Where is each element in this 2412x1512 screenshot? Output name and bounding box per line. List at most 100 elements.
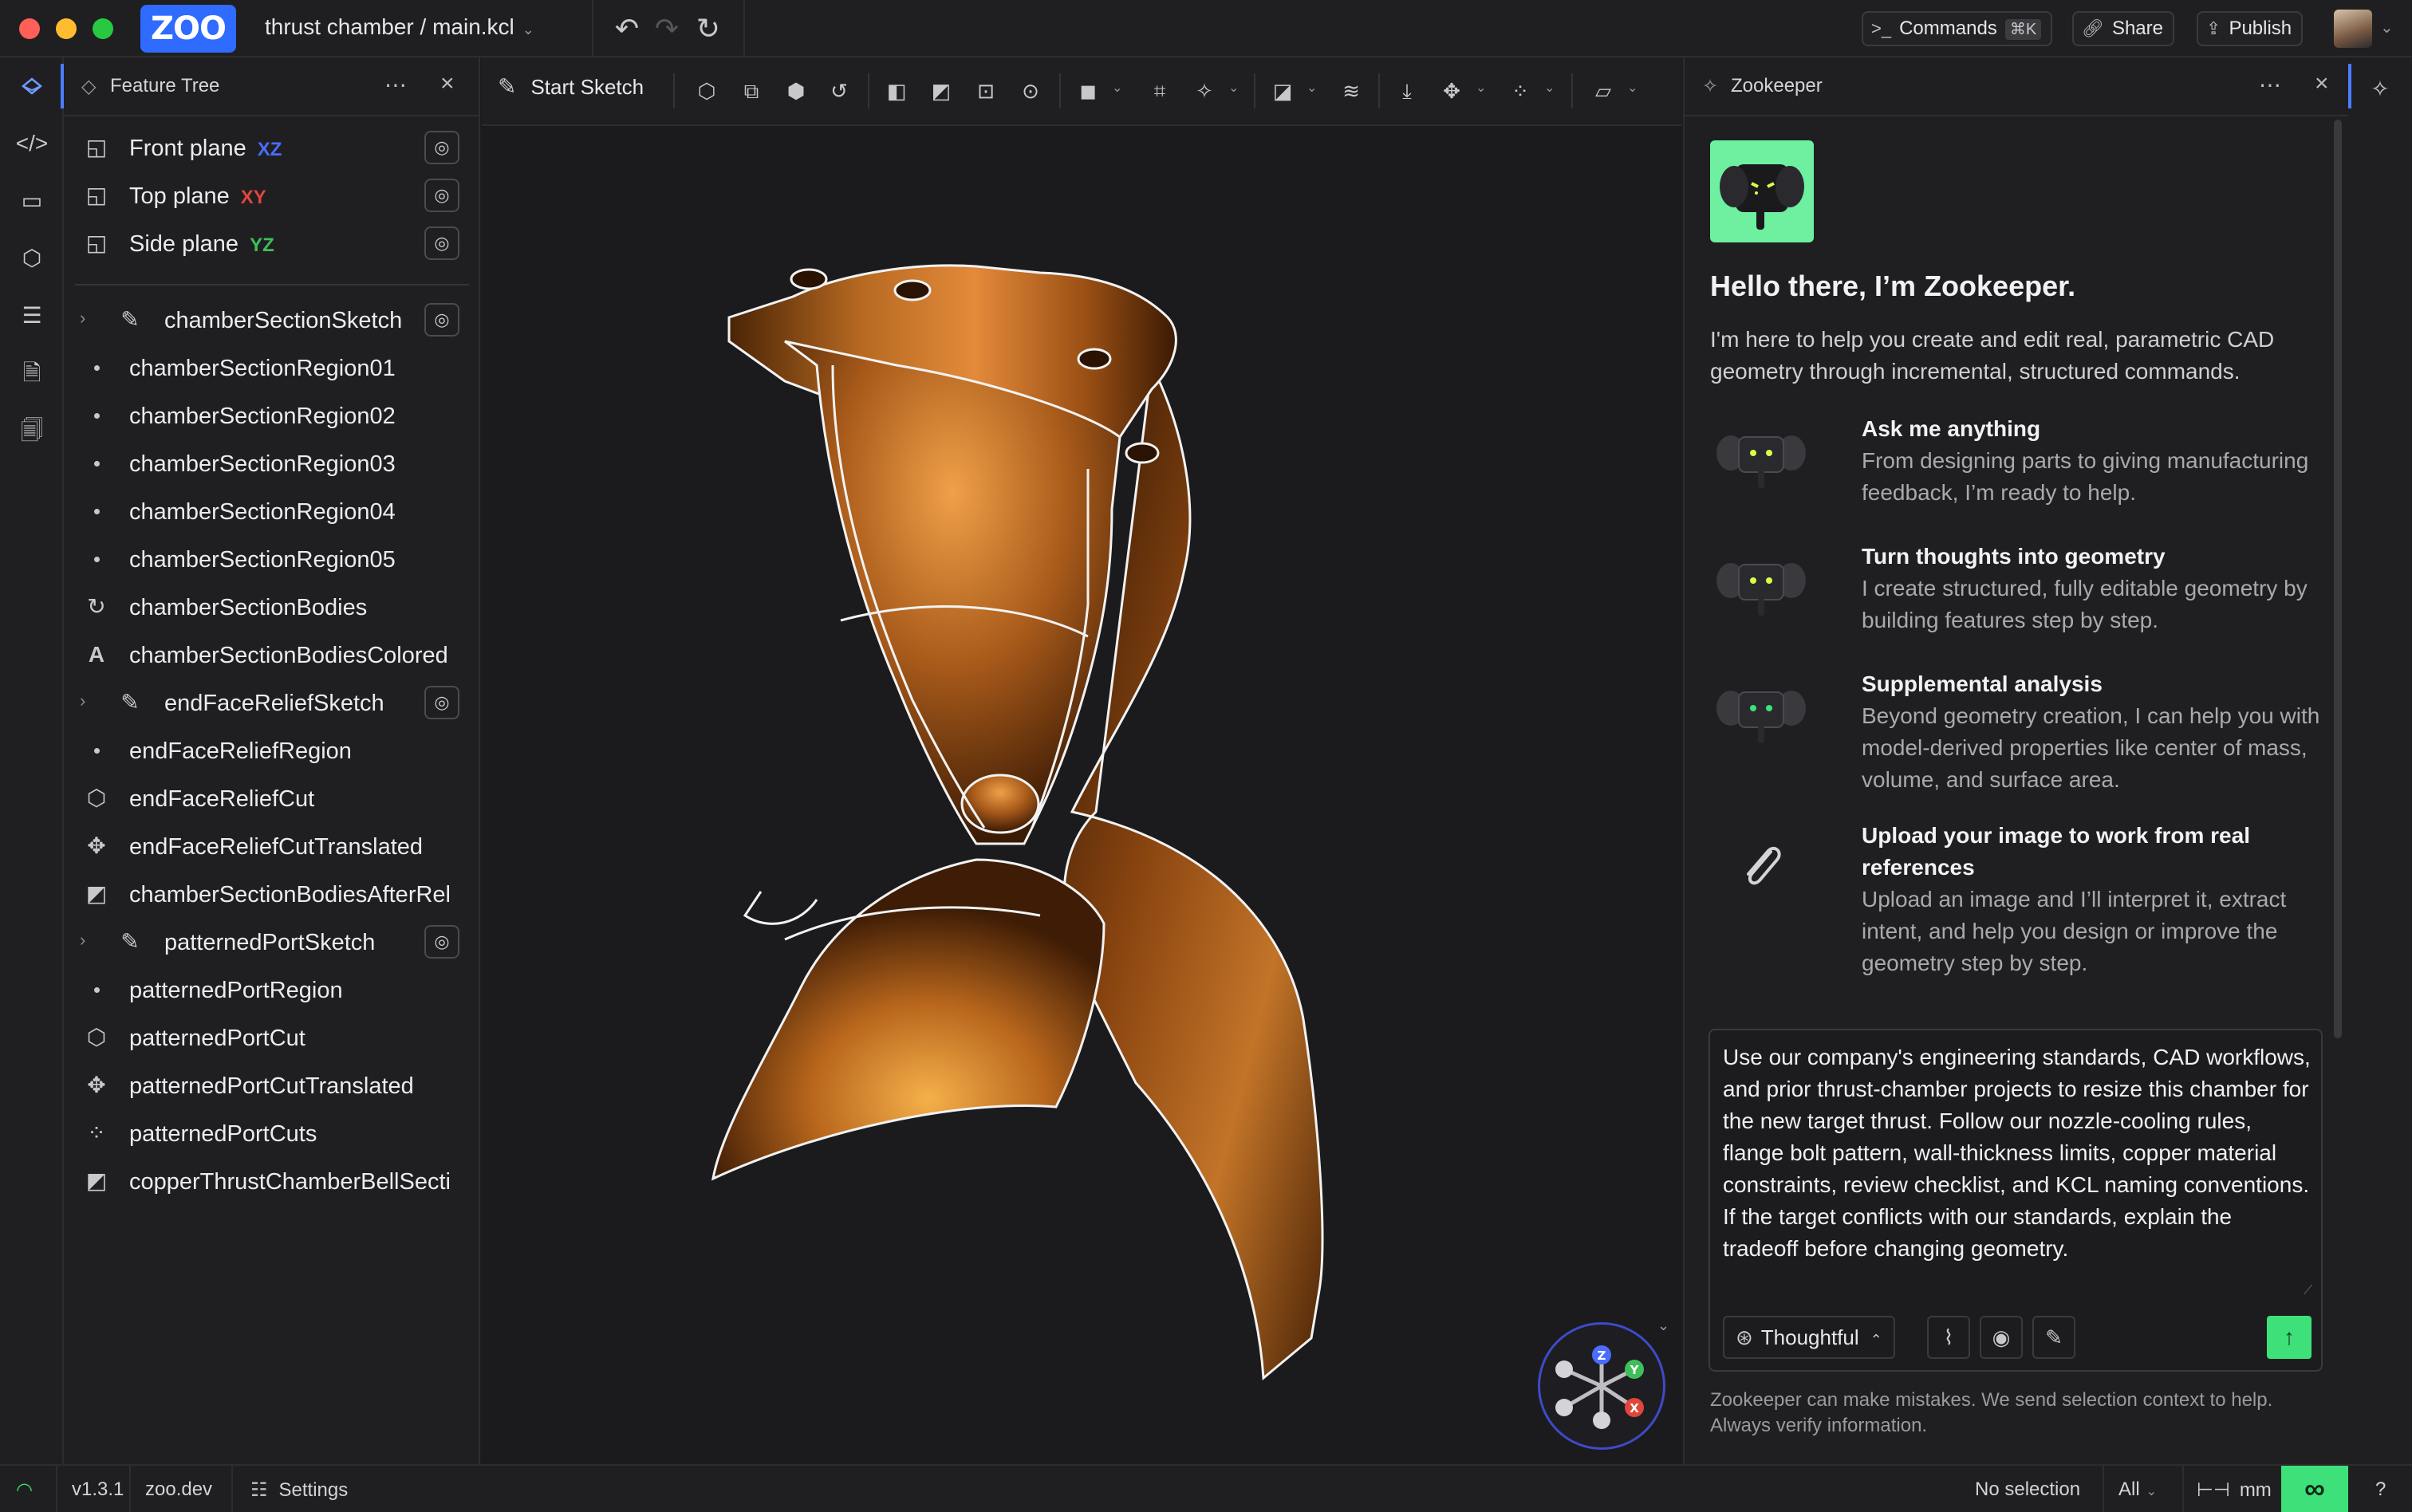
tree-row[interactable]: › ✎ endFaceReliefSketch ◎: [64, 679, 479, 727]
undo-button[interactable]: ↶: [609, 11, 644, 46]
visibility-toggle-eye-off-icon[interactable]: ◎: [424, 226, 459, 260]
close-icon[interactable]: ×: [440, 70, 455, 97]
loft-icon[interactable]: ⬢: [780, 75, 812, 107]
offset-plane-icon[interactable]: ◪: [1267, 75, 1299, 107]
chevron-right-icon[interactable]: ›: [80, 930, 85, 951]
split-icon[interactable]: ⌗: [1144, 75, 1176, 107]
chevron-down-icon[interactable]: ⌄: [1544, 80, 1555, 96]
tree-row[interactable]: chamberSectionRegion03: [64, 440, 479, 488]
app-version[interactable]: v1.3.1: [72, 1479, 124, 1501]
tree-row-front-plane[interactable]: ◱ Front plane XZ ◎: [64, 124, 479, 172]
import-icon[interactable]: ⤓: [1391, 75, 1423, 107]
tree-row[interactable]: chamberSectionRegion01: [64, 345, 479, 392]
feature-tree-pane-button[interactable]: [11, 65, 53, 107]
stack-icon[interactable]: ≋: [1335, 75, 1367, 107]
visibility-toggle-eye-off-icon[interactable]: ◎: [424, 179, 459, 212]
chevron-right-icon[interactable]: ›: [80, 308, 85, 329]
user-avatar[interactable]: [2334, 10, 2372, 48]
chevron-right-icon[interactable]: ›: [80, 691, 85, 711]
tree-row[interactable]: ✥ endFaceReliefCutTranslated: [64, 823, 479, 871]
code-pane-button[interactable]: </>: [11, 123, 53, 164]
variables-pane-button[interactable]: ⬡: [11, 238, 53, 279]
zookeeper-pane-button[interactable]: ✧: [2359, 69, 2401, 110]
share-button[interactable]: 🔗︎ Share: [2072, 11, 2174, 46]
close-icon[interactable]: ×: [2315, 70, 2329, 97]
chevron-down-icon[interactable]: ⌄: [1306, 80, 1317, 96]
settings-button[interactable]: ☷ Settings: [250, 1479, 348, 1502]
visibility-toggle-eye-off-icon[interactable]: ◎: [424, 925, 459, 959]
zoo-logo[interactable]: ZOO: [140, 5, 236, 53]
prompt-textarea[interactable]: Use our company's engineering standards,…: [1723, 1041, 2313, 1265]
logs-pane-button[interactable]: ☰: [11, 295, 53, 337]
selection-filter-select[interactable]: All ⌄: [2118, 1479, 2157, 1501]
tree-row[interactable]: ⁘ patternedPortCuts: [64, 1110, 479, 1158]
publish-button[interactable]: ⇪ Publish: [2197, 11, 2304, 46]
tree-row[interactable]: ✥ patternedPortCutTranslated: [64, 1062, 479, 1110]
help-button[interactable]: ?: [2375, 1479, 2386, 1501]
tree-row[interactable]: ↻ chamberSectionBodies: [64, 584, 479, 632]
close-window-button[interactable]: [19, 18, 40, 39]
tree-row[interactable]: patternedPortRegion: [64, 967, 479, 1014]
sweep-icon[interactable]: ⧉: [735, 75, 767, 107]
chevron-down-icon[interactable]: ⌄: [1228, 80, 1239, 96]
chevron-down-icon[interactable]: ⌄: [1112, 80, 1122, 96]
helix-icon[interactable]: ✧: [1188, 75, 1220, 107]
chevron-down-icon[interactable]: ⌄: [2380, 18, 2394, 37]
network-status-wifi-icon[interactable]: ◠: [16, 1479, 33, 1502]
sketch-context-button[interactable]: ✎: [2032, 1316, 2075, 1359]
translate-icon[interactable]: ✥: [1436, 75, 1468, 107]
project-file-menu[interactable]: thrust chamber / main.kcl ⌄: [265, 14, 534, 40]
chevron-down-icon[interactable]: ⌄: [1627, 80, 1638, 96]
minimize-window-button[interactable]: [56, 18, 77, 39]
send-button[interactable]: ↑: [2267, 1316, 2312, 1359]
tree-row[interactable]: endFaceReliefRegion: [64, 727, 479, 775]
files-pane-button[interactable]: ▭: [11, 180, 53, 222]
tree-row[interactable]: chamberSectionRegion05: [64, 536, 479, 584]
visibility-toggle-eye-off-icon[interactable]: ◎: [424, 686, 459, 719]
commands-button[interactable]: >_ Commands ⌘K: [1862, 11, 2053, 46]
tree-row-top-plane[interactable]: ◱ Top plane XY ◎: [64, 172, 479, 220]
chamfer-icon[interactable]: ◩: [925, 75, 957, 107]
attach-file-button[interactable]: ⌇: [1927, 1316, 1970, 1359]
zoom-window-button[interactable]: [93, 18, 113, 39]
hole-icon[interactable]: ⊙: [1015, 75, 1046, 107]
chevron-down-icon[interactable]: ⌄: [1657, 1317, 1669, 1334]
export-pane-button[interactable]: 🗎︎: [11, 352, 53, 394]
plane-tool-icon[interactable]: ▱: [1587, 75, 1619, 107]
units-select[interactable]: ⊢⊣ mm: [2197, 1479, 2272, 1502]
redo-button[interactable]: ↷: [649, 11, 684, 46]
extrude-icon[interactable]: ⬡: [691, 75, 723, 107]
visibility-toggle-eye-off-icon[interactable]: ◎: [424, 131, 459, 164]
tree-row[interactable]: › ✎ patternedPortSketch ◎: [64, 919, 479, 967]
revolve-icon[interactable]: ↺: [823, 75, 855, 107]
tree-row-side-plane[interactable]: ◱ Side plane YZ ◎: [64, 220, 479, 268]
tree-row[interactable]: ◩ copperThrustChamberBellSecti: [64, 1158, 479, 1206]
3d-viewport[interactable]: Z Y X ⌄: [482, 126, 1681, 1464]
screenshot-button[interactable]: ◉: [1980, 1316, 2023, 1359]
more-options-icon[interactable]: ⋯: [2259, 72, 2281, 98]
zoo-dev-link[interactable]: zoo.dev: [145, 1479, 212, 1501]
view-orientation-gizmo[interactable]: Z Y X: [1538, 1322, 1665, 1450]
tree-row[interactable]: AchamberSectionBodiesColored: [64, 632, 479, 679]
more-options-icon[interactable]: ⋯: [384, 72, 407, 98]
tree-row[interactable]: › ✎ chamberSectionSketch ◎: [64, 297, 479, 345]
history-pane-button[interactable]: 🗐︎: [11, 410, 53, 451]
visibility-toggle-eye-off-icon[interactable]: ◎: [424, 303, 459, 337]
tree-row[interactable]: ◩ chamberSectionBodiesAfterRel: [64, 871, 479, 919]
shell-icon[interactable]: ⊡: [970, 75, 1002, 107]
tree-row[interactable]: chamberSectionRegion04: [64, 488, 479, 536]
pattern-icon[interactable]: ⁘: [1504, 75, 1536, 107]
resize-handle-icon[interactable]: ⟋: [2304, 1284, 2312, 1298]
reasoning-mode-select[interactable]: ⊛ Thoughtful ⌃: [1723, 1316, 1895, 1359]
tree-row[interactable]: chamberSectionRegion02: [64, 392, 479, 440]
refresh-button[interactable]: ↻: [691, 11, 726, 46]
zookeeper-panel: ✧ Zookeeper ⋯ × Hello there, I’m Zookeep…: [1683, 57, 2348, 1464]
tree-row[interactable]: ⬡ endFaceReliefCut: [64, 775, 479, 823]
tree-row[interactable]: ⬡ patternedPortCut: [64, 1014, 479, 1062]
prompt-input-box[interactable]: Use our company's engineering standards,…: [1708, 1029, 2323, 1372]
fillet-icon[interactable]: ◧: [881, 75, 912, 107]
chevron-down-icon[interactable]: ⌄: [1476, 80, 1486, 96]
boolean-icon[interactable]: ◼: [1072, 75, 1104, 107]
start-sketch-button[interactable]: ✎ Start Sketch: [498, 73, 644, 100]
infinity-status-button[interactable]: ∞: [2281, 1466, 2348, 1512]
